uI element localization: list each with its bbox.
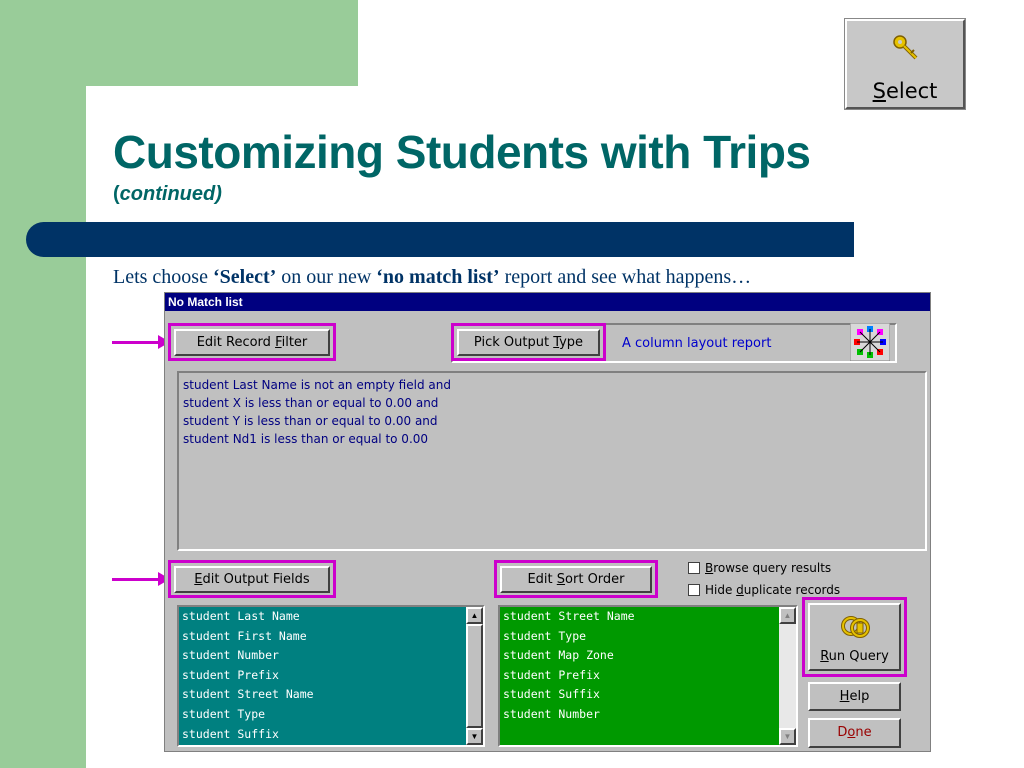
filter-line: student Last Name is not an empty field … xyxy=(183,378,451,392)
sort-order-scrollbar[interactable]: ▲ ▼ xyxy=(779,607,796,745)
browse-query-results-checkbox[interactable]: Browse query results xyxy=(688,561,831,575)
no-match-list-window: No Match list Edit Record Filter Pick Ou… xyxy=(164,292,931,752)
run-query-button[interactable]: Run Query xyxy=(808,603,901,671)
slide-title: Customizing Students with Trips xyxy=(113,126,811,178)
list-item[interactable]: student Number xyxy=(500,705,796,725)
filter-line: student Nd1 is less than or equal to 0.0… xyxy=(183,432,429,446)
list-item[interactable]: student Prefix xyxy=(500,666,796,686)
list-item[interactable]: student Street Name xyxy=(179,685,483,705)
pointer-arrow-filter xyxy=(112,335,170,349)
scroll-up-icon[interactable]: ▲ xyxy=(466,607,483,624)
edit-record-filter-button[interactable]: Edit Record Filter xyxy=(174,329,330,356)
edit-output-fields-button[interactable]: Edit Output Fields xyxy=(174,566,330,593)
key-icon xyxy=(893,35,918,60)
list-item[interactable]: student Street Name xyxy=(500,607,796,627)
checkbox-box[interactable] xyxy=(688,584,700,596)
keys-icon xyxy=(841,616,870,638)
select-button[interactable]: Select xyxy=(845,19,965,109)
help-button[interactable]: Help xyxy=(808,682,901,711)
list-item[interactable]: student First Name xyxy=(179,627,483,647)
select-button-label: Select xyxy=(872,79,938,103)
list-item[interactable]: student Map Zone xyxy=(500,646,796,666)
decorative-strip-top xyxy=(0,0,358,86)
output-type-description: A column layout report xyxy=(622,336,772,351)
list-item[interactable]: student Last Name xyxy=(179,607,483,627)
done-button[interactable]: Done xyxy=(808,718,901,748)
scroll-up-icon[interactable]: ▲ xyxy=(779,607,796,624)
list-item[interactable]: student Type xyxy=(500,627,796,647)
window-title: No Match list xyxy=(165,293,930,311)
edit-sort-order-button[interactable]: Edit Sort Order xyxy=(500,566,652,593)
scroll-down-icon[interactable]: ▼ xyxy=(466,728,483,745)
list-item[interactable]: student Type xyxy=(179,705,483,725)
pick-output-type-button[interactable]: Pick Output Type xyxy=(457,329,600,356)
run-query-label: Run Query xyxy=(820,649,889,664)
hide-duplicate-records-checkbox[interactable]: Hide duplicate records xyxy=(688,583,840,597)
filter-line: student X is less than or equal to 0.00 … xyxy=(183,396,439,410)
slide-subtitle: (continued) xyxy=(113,183,222,205)
decorative-strip-left xyxy=(0,0,86,768)
scroll-thumb[interactable] xyxy=(466,624,483,728)
slide-caption: Lets choose ‘Select’ on our new ‘no matc… xyxy=(113,266,752,288)
title-divider-bar xyxy=(26,222,854,257)
column-layout-icon xyxy=(850,323,890,361)
checkbox-box[interactable] xyxy=(688,562,700,574)
filter-line: student Y is less than or equal to 0.00 … xyxy=(183,414,438,428)
pointer-arrow-output-fields xyxy=(112,572,170,586)
output-fields-list[interactable]: student Last Name student First Name stu… xyxy=(177,605,485,747)
output-fields-scrollbar[interactable]: ▲ ▼ xyxy=(466,607,483,745)
sort-order-list[interactable]: student Street Name student Type student… xyxy=(498,605,798,747)
list-item[interactable]: student Prefix xyxy=(179,666,483,686)
list-item[interactable]: student Suffix xyxy=(500,685,796,705)
scroll-down-icon[interactable]: ▼ xyxy=(779,728,796,745)
list-item[interactable]: student Number xyxy=(179,646,483,666)
list-item[interactable]: student Suffix xyxy=(179,725,483,745)
record-filter-description: student Last Name is not an empty field … xyxy=(177,371,927,551)
